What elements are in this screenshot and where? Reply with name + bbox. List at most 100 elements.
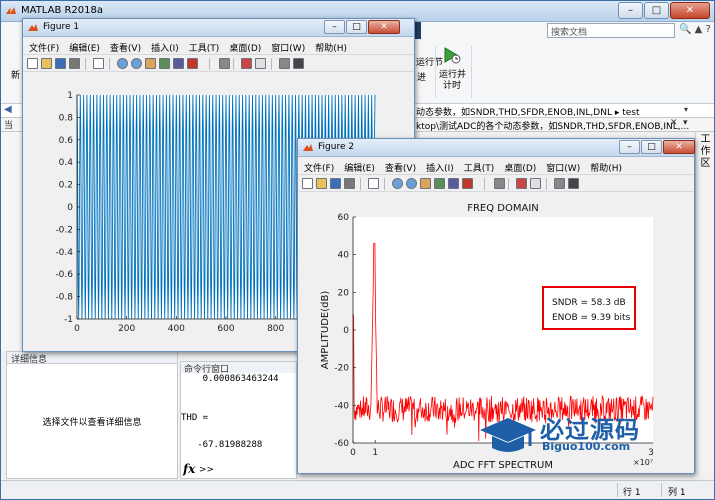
toolbar-separator	[109, 58, 110, 70]
back-arrow-icon[interactable]: ◀	[4, 104, 12, 115]
maximize-button[interactable]: □	[644, 2, 669, 19]
hide-plot-tools-icon[interactable]	[279, 58, 290, 69]
y-tick-label: -0.8	[55, 293, 73, 303]
colorbar-icon[interactable]	[516, 178, 527, 189]
new-button-label[interactable]: 新	[11, 68, 20, 81]
maximize-button[interactable]: □	[641, 140, 662, 154]
link-plot-icon[interactable]	[494, 178, 505, 189]
main-window-title: MATLAB R2018a	[21, 5, 104, 16]
show-plot-tools-icon[interactable]	[293, 58, 304, 69]
close-button[interactable]: ✕	[663, 140, 695, 154]
chevron-down-icon[interactable]: ▾	[684, 105, 688, 114]
y-tick-label: -1	[64, 315, 73, 325]
search-tools[interactable]: 🔍 ▲ ?	[679, 24, 711, 35]
menu-help[interactable]: 帮助(H)	[315, 38, 347, 54]
toolbar-separator	[384, 178, 385, 190]
print-icon[interactable]	[344, 178, 355, 189]
close-icon[interactable]: ✕	[670, 118, 678, 128]
menu-edit[interactable]: 编辑(E)	[344, 158, 375, 174]
menu-tools[interactable]: 工具(T)	[189, 38, 220, 54]
menu-edit[interactable]: 编辑(E)	[69, 38, 100, 54]
status-separator	[661, 483, 662, 497]
figure-icon	[28, 24, 38, 31]
pointer-icon[interactable]	[368, 178, 379, 189]
command-prompt[interactable]: >>	[199, 465, 214, 475]
search-input[interactable]: 搜索文档	[547, 23, 675, 38]
toolbar-separator	[209, 58, 210, 70]
print-icon[interactable]	[69, 58, 80, 69]
rotate-icon[interactable]	[434, 178, 445, 189]
x-tick-label: 800	[267, 324, 284, 334]
zoom-in-icon[interactable]	[392, 178, 403, 189]
command-output-line: THD =	[181, 413, 209, 423]
rotate-icon[interactable]	[159, 58, 170, 69]
advance-label[interactable]: 进	[417, 70, 426, 83]
run-and-time-icon[interactable]	[441, 46, 461, 64]
pan-icon[interactable]	[145, 58, 156, 69]
link-plot-icon[interactable]	[219, 58, 230, 69]
new-figure-icon[interactable]	[302, 178, 313, 189]
editor-tab[interactable]: ktop\测试ADC的各个动态参数，如SNDR,THD,SFDR,ENOB,IN…	[416, 119, 689, 132]
command-window[interactable]: 命令行窗口 0.000863463244 THD = -67.81988288 …	[180, 361, 297, 479]
figure-1-title-bar: Figure 1 – □ ✕	[23, 19, 414, 37]
y-tick-label: -0.2	[55, 225, 73, 235]
menu-view[interactable]: 查看(V)	[385, 158, 416, 174]
y-tick-label: 0	[67, 203, 73, 213]
close-button[interactable]: ✕	[368, 20, 400, 34]
menu-insert[interactable]: 插入(I)	[426, 158, 454, 174]
figure-1-title: Figure 1	[43, 22, 80, 32]
pointer-icon[interactable]	[93, 58, 104, 69]
x-tick-label: 600	[217, 324, 234, 334]
data-cursor-icon[interactable]	[448, 178, 459, 189]
chevron-down-icon[interactable]: ▾	[683, 118, 688, 128]
menu-help[interactable]: 帮助(H)	[590, 158, 622, 174]
legend-icon[interactable]	[530, 178, 541, 189]
brush-icon[interactable]	[462, 178, 473, 189]
minimize-button[interactable]: –	[619, 140, 640, 154]
workspace-panel-collapsed[interactable]: 工作区	[695, 132, 714, 472]
close-button[interactable]: ✕	[670, 2, 710, 19]
x-tick-label: 400	[168, 324, 185, 334]
save-icon[interactable]	[55, 58, 66, 69]
menu-desktop[interactable]: 桌面(D)	[504, 158, 536, 174]
menu-file[interactable]: 文件(F)	[304, 158, 334, 174]
fx-icon[interactable]: fx	[183, 462, 195, 476]
pan-icon[interactable]	[420, 178, 431, 189]
toolbar-separator	[233, 58, 234, 70]
minimize-button[interactable]: –	[618, 2, 643, 19]
minimize-button[interactable]: –	[324, 20, 345, 34]
figure-2-menu-bar: 文件(F) 编辑(E) 查看(V) 插入(I) 工具(T) 桌面(D) 窗口(W…	[298, 158, 694, 174]
run-and-time-label-2[interactable]: 计时	[443, 78, 461, 91]
y-tick-label: 60	[338, 213, 350, 223]
details-panel: 详细信息 选择文件以查看详细信息	[6, 351, 178, 479]
zoom-out-icon[interactable]	[131, 58, 142, 69]
menu-window[interactable]: 窗口(W)	[546, 158, 580, 174]
menu-insert[interactable]: 插入(I)	[151, 38, 179, 54]
open-file-icon[interactable]	[41, 58, 52, 69]
menu-view[interactable]: 查看(V)	[110, 38, 141, 54]
status-row: 行 1	[623, 488, 641, 498]
y-tick-label: -60	[334, 439, 349, 449]
hide-plot-tools-icon[interactable]	[554, 178, 565, 189]
details-message: 选择文件以查看详细信息	[42, 418, 142, 428]
save-icon[interactable]	[330, 178, 341, 189]
x-tick-label: 200	[118, 324, 135, 334]
legend-icon[interactable]	[255, 58, 266, 69]
y-axis-label: AMPLITUDE(dB)	[320, 291, 331, 370]
zoom-out-icon[interactable]	[406, 178, 417, 189]
menu-window[interactable]: 窗口(W)	[271, 38, 305, 54]
menu-tools[interactable]: 工具(T)	[464, 158, 495, 174]
maximize-button[interactable]: □	[346, 20, 367, 34]
brush-icon[interactable]	[187, 58, 198, 69]
matlab-logo-icon	[6, 7, 16, 14]
new-figure-icon[interactable]	[27, 58, 38, 69]
zoom-in-icon[interactable]	[117, 58, 128, 69]
annotation-enob: ENOB = 9.39 bits	[552, 313, 631, 323]
colorbar-icon[interactable]	[241, 58, 252, 69]
open-file-icon[interactable]	[316, 178, 327, 189]
data-cursor-icon[interactable]	[173, 58, 184, 69]
menu-file[interactable]: 文件(F)	[29, 38, 59, 54]
breadcrumb[interactable]: 动态参数，如SNDR,THD,SFDR,ENOB,INL,DNL ▸ test	[416, 105, 639, 118]
show-plot-tools-icon[interactable]	[568, 178, 579, 189]
menu-desktop[interactable]: 桌面(D)	[229, 38, 261, 54]
